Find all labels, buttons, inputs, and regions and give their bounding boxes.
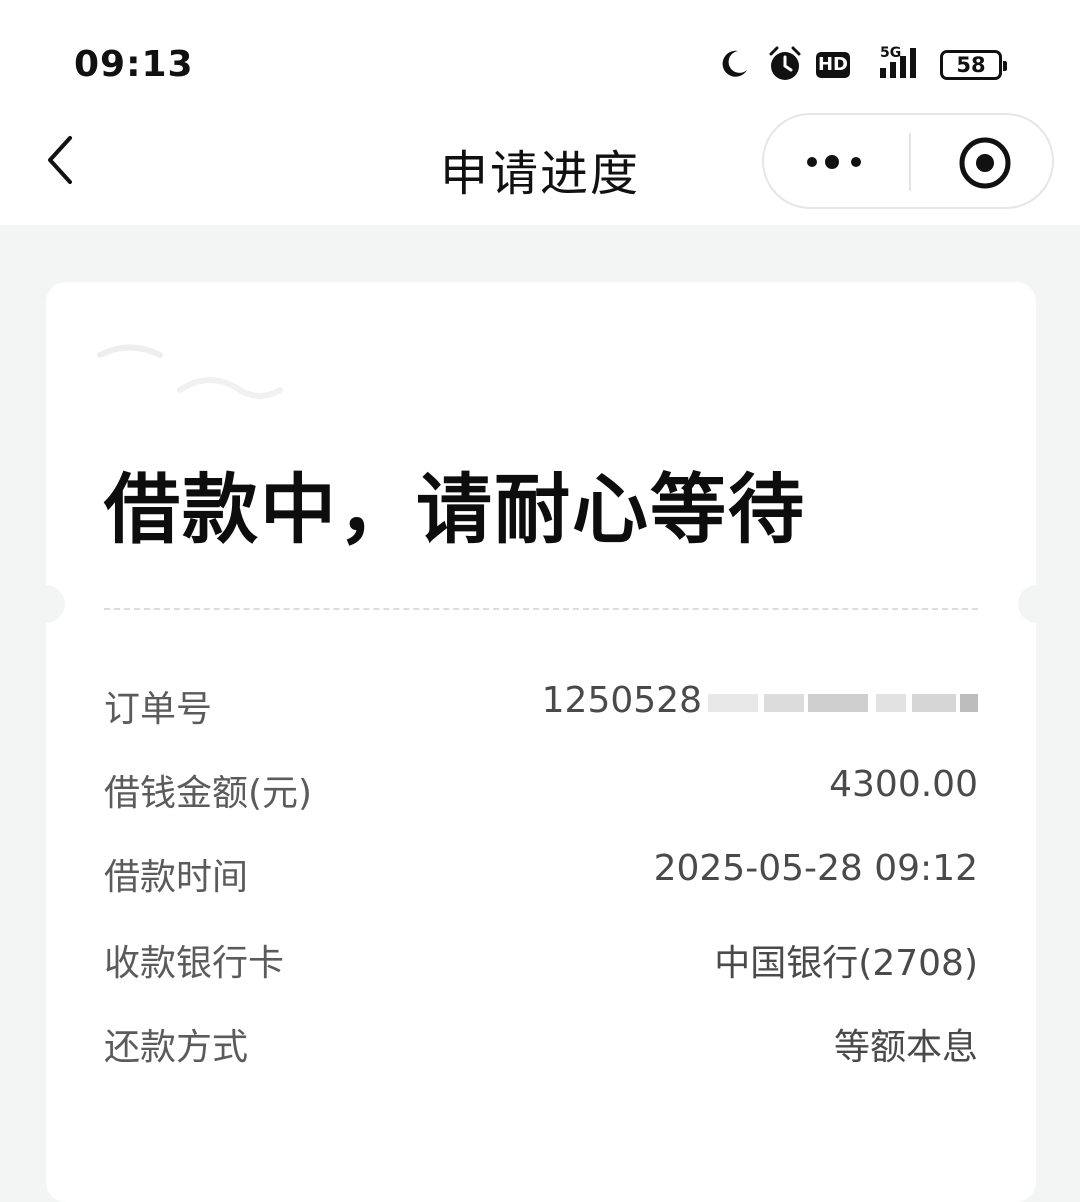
capsule-divider bbox=[909, 133, 911, 191]
detail-row-bank-card: 收款银行卡 中国银行(2708) bbox=[104, 934, 978, 984]
detail-row-loan-time: 借款时间 2025-05-28 09:12 bbox=[104, 848, 978, 898]
status-time: 09:13 bbox=[74, 44, 194, 85]
more-dots-icon[interactable] bbox=[804, 148, 868, 176]
detail-value: 1250528 bbox=[541, 680, 702, 721]
card-notch-right bbox=[1018, 585, 1056, 623]
status-icons: HD 5G 58 bbox=[718, 44, 1008, 86]
detail-label: 还款方式 bbox=[104, 1027, 249, 1068]
signal-icon: 5G bbox=[880, 45, 916, 78]
detail-value: 等额本息 bbox=[833, 1027, 978, 1068]
card-notch-left bbox=[27, 585, 65, 623]
detail-label: 借钱金额(元) bbox=[104, 773, 313, 814]
alarm-icon bbox=[769, 46, 801, 80]
detail-value: 4300.00 bbox=[829, 764, 978, 805]
detail-value: 中国银行(2708) bbox=[714, 943, 978, 984]
hd-icon: HD bbox=[816, 52, 850, 78]
detail-label: 收款银行卡 bbox=[104, 943, 285, 984]
detail-label: 订单号 bbox=[104, 689, 213, 730]
moon-icon bbox=[722, 50, 747, 77]
detail-row-order-number: 订单号 1250528 bbox=[104, 680, 978, 730]
detail-row-repayment-method: 还款方式 等额本息 bbox=[104, 1018, 978, 1068]
battery-icon: 58 bbox=[940, 50, 1007, 80]
network-label: 5G bbox=[880, 45, 901, 61]
detail-row-loan-amount: 借钱金额(元) 4300.00 bbox=[104, 764, 978, 814]
detail-value: 2025-05-28 09:12 bbox=[653, 848, 978, 889]
redacted-order-digits bbox=[698, 684, 978, 724]
detail-label: 借款时间 bbox=[104, 857, 249, 898]
dashed-divider bbox=[104, 608, 978, 610]
status-headline: 借款中，请耐心等待 bbox=[104, 465, 806, 554]
top-bar: 09:13 HD 5G 58 申请进度 bbox=[0, 0, 1080, 225]
miniapp-capsule bbox=[762, 113, 1054, 209]
watermark-graphic bbox=[97, 344, 283, 399]
target-close-icon[interactable] bbox=[957, 135, 1013, 191]
